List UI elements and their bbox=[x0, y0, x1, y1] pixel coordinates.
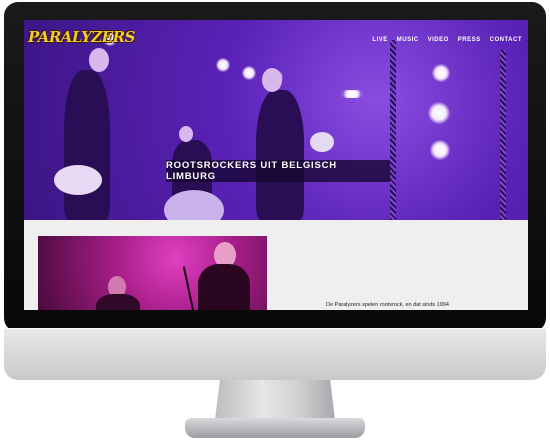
nav-music[interactable]: MUSIC bbox=[397, 37, 419, 43]
site-logo[interactable]: PARALYZERS bbox=[28, 28, 135, 46]
guitarist-right-head bbox=[262, 68, 282, 92]
guitarist-body bbox=[96, 294, 140, 310]
stage-light bbox=[242, 66, 256, 80]
main-nav: LIVE MUSIC VIDEO PRESS CONTACT bbox=[372, 37, 522, 43]
singer-body bbox=[198, 264, 250, 310]
band-photo bbox=[38, 236, 267, 310]
guitar-left bbox=[54, 165, 102, 195]
microphone-stand bbox=[182, 266, 196, 310]
stage-light bbox=[340, 90, 364, 98]
stage-truss bbox=[390, 40, 396, 220]
stage-light bbox=[432, 64, 450, 82]
monitor-stand-base bbox=[185, 418, 365, 438]
nav-video[interactable]: VIDEO bbox=[428, 37, 449, 43]
nav-live[interactable]: LIVE bbox=[372, 37, 387, 43]
nav-contact[interactable]: CONTACT bbox=[490, 37, 522, 43]
intro-text: De Paralyzers spelen rootsrock, en dat s… bbox=[326, 302, 449, 308]
monitor-stand-neck bbox=[215, 380, 335, 420]
stage-light bbox=[428, 102, 450, 124]
monitor-screen: PARALYZERS LIVE MUSIC VIDEO PRESS CONTAC… bbox=[24, 20, 528, 310]
monitor-chin bbox=[4, 328, 546, 380]
stage-light bbox=[216, 58, 230, 72]
stage-light bbox=[430, 140, 450, 160]
guitar-right bbox=[310, 132, 334, 152]
guitarist-right bbox=[256, 90, 304, 220]
stage-truss bbox=[500, 50, 506, 220]
guitarist-left bbox=[64, 70, 110, 220]
nav-press[interactable]: PRESS bbox=[458, 37, 481, 43]
hero-banner: PARALYZERS LIVE MUSIC VIDEO PRESS CONTAC… bbox=[24, 20, 528, 220]
hero-tagline: ROOTSROCKERS UIT BELGISCH LIMBURG bbox=[166, 160, 390, 182]
guitarist-left-head bbox=[89, 48, 109, 72]
bass-drum bbox=[164, 190, 224, 220]
content-section: De Paralyzers spelen rootsrock, en dat s… bbox=[24, 220, 528, 310]
drummer-head bbox=[179, 126, 193, 142]
